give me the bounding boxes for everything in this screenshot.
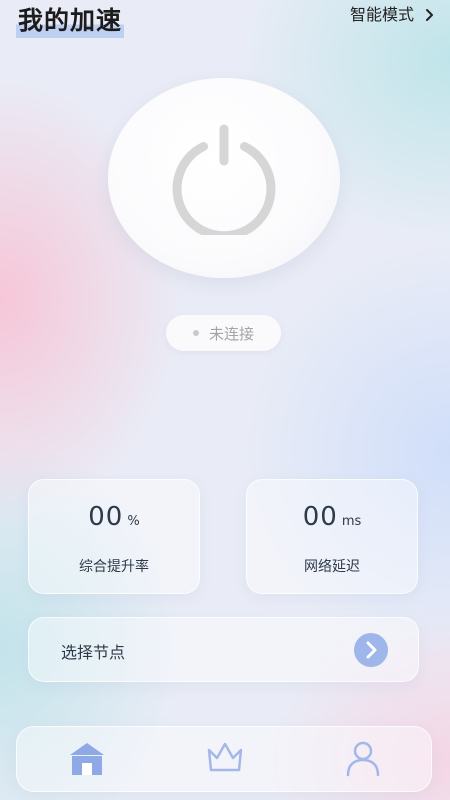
boost-rate-value-row: 00% bbox=[29, 502, 199, 532]
boost-rate-label: 综合提升率 bbox=[79, 559, 149, 575]
status-dot bbox=[192, 330, 199, 336]
select-node-button[interactable]: 选择节点 bbox=[28, 617, 419, 682]
boost-rate-value: 00 bbox=[88, 502, 124, 532]
user-icon bbox=[346, 741, 380, 777]
latency-value: 00 bbox=[302, 502, 338, 532]
latency-card: 00 ms 网络延迟 bbox=[246, 479, 418, 594]
connection-status-text: 未连接 bbox=[208, 324, 254, 343]
crown-icon bbox=[207, 742, 243, 772]
boost-rate-card: 00% 综合提升率 bbox=[28, 479, 200, 594]
bottom-tab-bar bbox=[16, 726, 432, 792]
page-title: 我的加速 bbox=[16, 4, 125, 38]
tab-vip[interactable] bbox=[205, 738, 245, 778]
latency-unit: ms bbox=[341, 514, 362, 529]
latency-label: 网络延迟 bbox=[304, 559, 360, 575]
smart-mode-label: 智能模式 bbox=[349, 5, 414, 24]
select-node-label: 选择节点 bbox=[61, 643, 126, 662]
connection-status-badge: 未连接 bbox=[166, 315, 281, 351]
latency-value-row: 00 ms bbox=[247, 502, 417, 532]
power-icon bbox=[172, 124, 276, 235]
tab-profile[interactable] bbox=[343, 738, 383, 778]
power-button[interactable] bbox=[108, 78, 340, 278]
smart-mode-button[interactable]: 智能模式 bbox=[349, 4, 433, 26]
home-icon bbox=[70, 743, 104, 775]
chevron-right-icon bbox=[420, 6, 438, 24]
arrow-right-circle-icon bbox=[354, 633, 388, 667]
boost-rate-unit: % bbox=[127, 514, 140, 529]
tab-home[interactable] bbox=[67, 738, 107, 778]
